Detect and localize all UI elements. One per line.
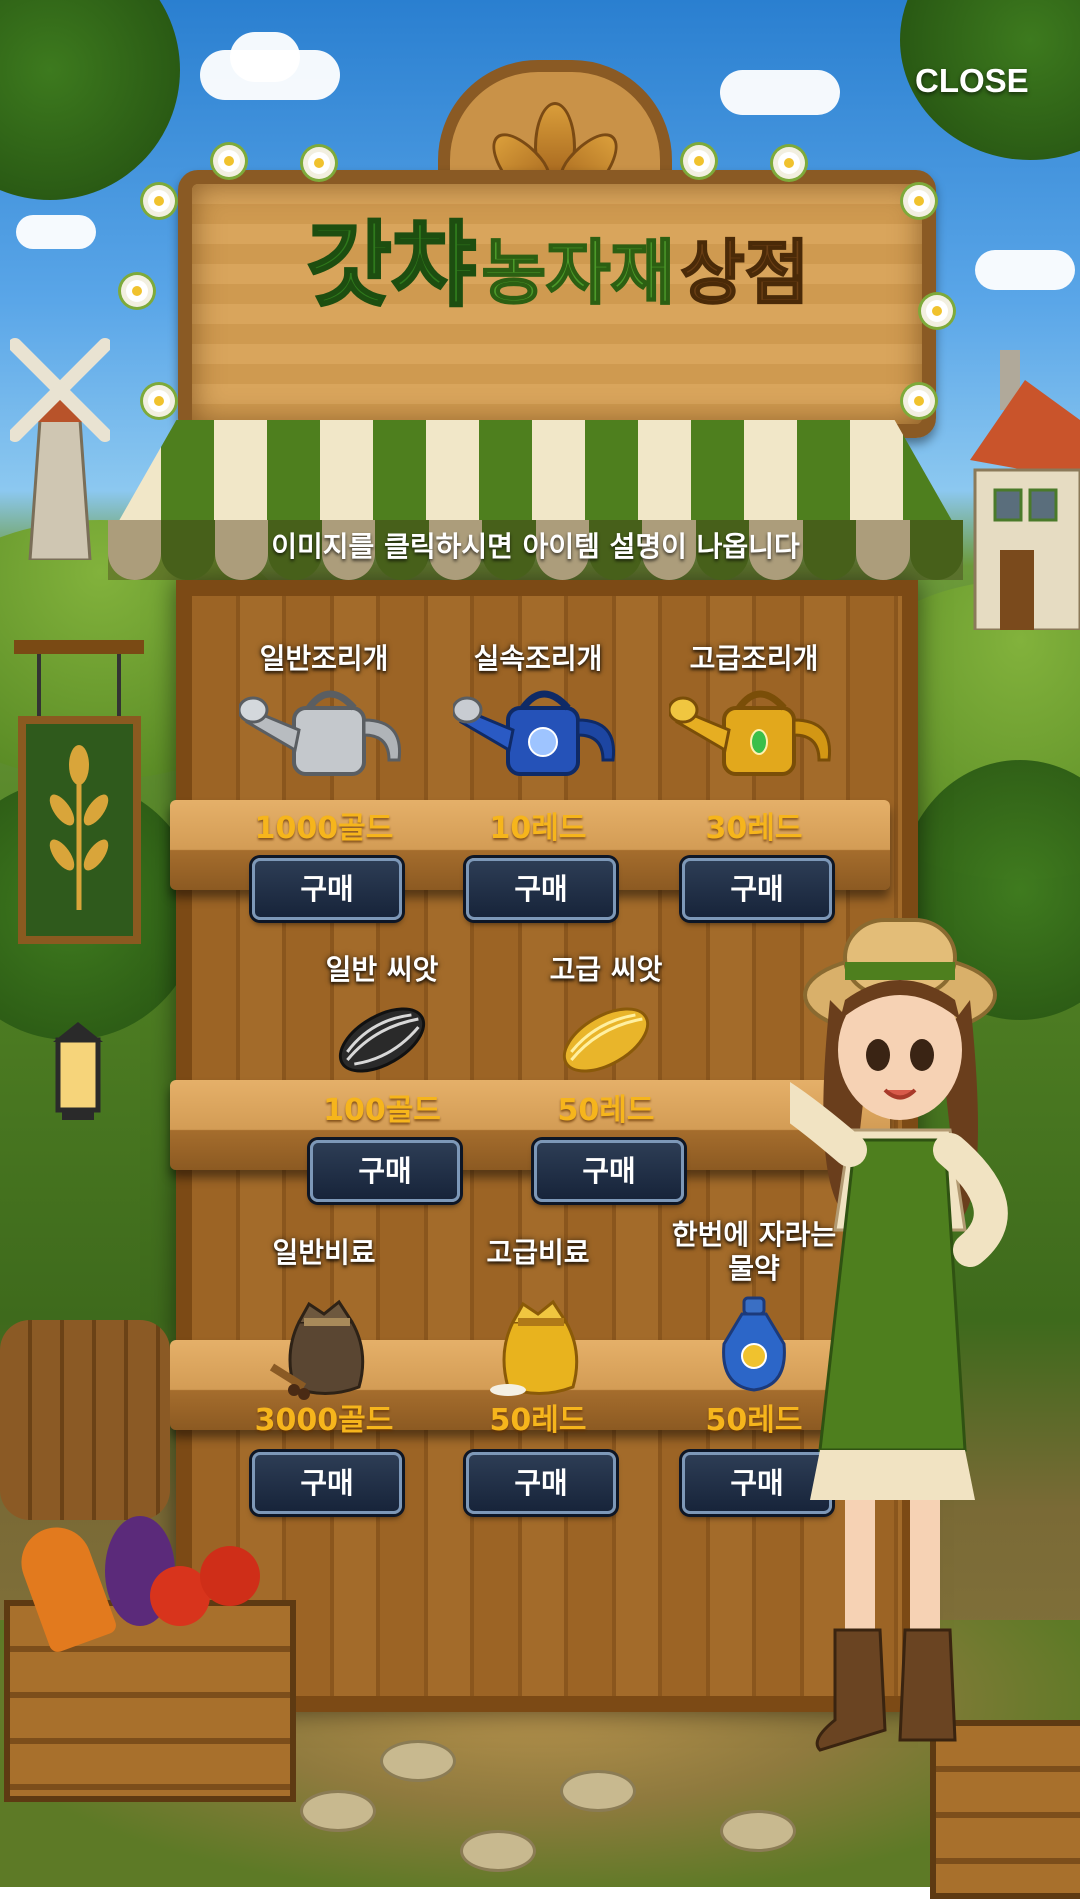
vegetable-crate [4,1516,296,1802]
buy-button[interactable]: 구매 [466,1452,616,1514]
flower-icon [908,190,930,212]
buy-button[interactable]: 구매 [310,1140,460,1202]
item-premium-fertilizer: 고급비료 [438,1236,638,1406]
blue-watering-can-icon[interactable] [451,680,623,780]
item-name: 실속조리개 [473,642,603,675]
shopkeeper-girl [790,918,1008,1752]
item-price: 1000골드 [254,811,394,846]
item-price: 3000골드 [254,1403,394,1438]
lantern-icon [53,1022,103,1120]
item-price: 100골드 [323,1093,441,1128]
buy-button[interactable]: 구매 [252,1452,402,1514]
close-button[interactable]: CLOSE [915,62,1029,100]
gold-watering-can-icon[interactable] [667,680,839,780]
flower-icon [908,390,930,412]
silver-watering-can-icon[interactable] [237,680,409,780]
instruction-text: 이미지를 클릭하시면 아이템 설명이 나옵니다 [271,530,800,563]
item-normal-seed: 일반 씨앗 [282,953,482,1089]
shop-title: 갓챠 농자재 상점 [218,218,898,314]
buy-button[interactable]: 구매 [252,858,402,920]
item-price: 30레드 [705,811,803,846]
item-name: 일반비료 [272,1236,376,1269]
flower-icon [126,280,148,302]
flower-icon [148,190,170,212]
flower-icon [778,152,800,174]
fertilizer-sack-icon[interactable] [264,1292,384,1402]
stepping-stone [560,1770,636,1812]
hanging-wheat-sign [14,640,144,944]
title-shop: 상점 [679,232,810,314]
flower-icon [926,300,948,322]
cloud [16,215,96,249]
item-name: 고급비료 [486,1236,590,1269]
item-name: 일반조리개 [259,642,389,675]
windmill-icon [10,338,110,560]
stepping-stone [460,1830,536,1872]
buy-button[interactable]: 구매 [466,858,616,920]
growth-potion-icon[interactable] [714,1294,794,1394]
stepping-stone [720,1810,796,1852]
buy-button[interactable]: 구매 [534,1140,684,1202]
item-value-watering-can: 실속조리개 [438,642,638,784]
barrel [0,1320,170,1520]
flower-icon [688,150,710,172]
item-normal-watering-can: 일반조리개 [224,642,424,784]
title-gacha: 갓챠 [305,212,477,319]
sunflower-seed-icon[interactable] [332,995,432,1085]
stepping-stone [380,1740,456,1782]
item-normal-fertilizer: 일반비료 [224,1236,424,1406]
item-price: 50레드 [557,1093,655,1128]
item-premium-seed: 고급 씨앗 [506,953,706,1089]
item-name: 고급 씨앗 [549,953,663,986]
flower-icon [308,152,330,174]
cloud [975,250,1075,290]
title-farm-supplies: 농자재 [481,232,676,314]
flower-icon [218,150,240,172]
stepping-stone [300,1790,376,1832]
item-premium-watering-can: 고급조리개 [654,642,854,784]
golden-fertilizer-sack-icon[interactable] [478,1292,598,1402]
shop-sign: 갓챠 농자재 상점 [118,60,968,438]
item-name: 고급조리개 [689,642,819,675]
flower-icon [148,390,170,412]
item-price: 10레드 [489,811,587,846]
item-price: 50레드 [489,1403,587,1438]
cottage-icon [970,350,1080,630]
item-name: 일반 씨앗 [325,953,439,986]
golden-seed-icon[interactable] [556,995,656,1085]
